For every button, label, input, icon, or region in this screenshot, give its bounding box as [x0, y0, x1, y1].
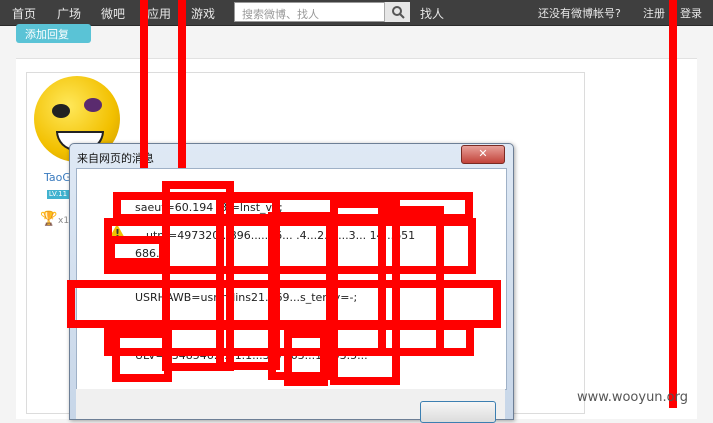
trophy-count: x1 — [58, 216, 70, 226]
nav-weiba[interactable]: 微吧 — [101, 5, 125, 22]
add-reply-button[interactable]: 添加回复 — [16, 24, 91, 43]
close-icon: ✕ — [478, 147, 488, 160]
search-icon — [392, 6, 405, 19]
avatar-eye-left — [52, 104, 70, 118]
avatar-eye-right — [84, 98, 102, 112]
user-name-link[interactable]: TaoG — [44, 171, 71, 184]
redaction-mark — [284, 330, 328, 386]
redaction-mark — [178, 0, 186, 168]
nav-home[interactable]: 首页 — [12, 5, 36, 22]
search-button[interactable] — [384, 2, 410, 22]
redaction-mark — [112, 330, 172, 382]
nav-games[interactable]: 游戏 — [191, 5, 215, 22]
level-badge: LV.11 — [47, 190, 69, 199]
find-people-link[interactable]: 找人 — [420, 5, 444, 22]
add-reply-label: 添加回复 — [25, 28, 69, 41]
nav-square[interactable]: 广场 — [57, 5, 81, 22]
watermark: www.wooyun.org — [577, 390, 689, 405]
redaction-mark — [378, 206, 444, 356]
nav-apps[interactable]: 应用 — [147, 5, 171, 22]
trophy-icon: 🏆 — [40, 211, 58, 227]
dialog-ok-button[interactable] — [420, 401, 496, 423]
top-nav: 首页 广场 微吧 应用 游戏 搜索微博、找人 找人 还没有微博帐号? 注册 登录 — [0, 0, 713, 26]
no-account-link[interactable]: 还没有微博帐号? — [538, 5, 621, 21]
redaction-mark — [107, 236, 167, 266]
login-link[interactable]: 登录 — [680, 5, 702, 21]
search-placeholder: 搜索微博、找人 — [242, 8, 319, 21]
redaction-mark — [669, 0, 677, 408]
redaction-mark — [140, 0, 148, 168]
register-link[interactable]: 注册 — [643, 5, 665, 21]
dialog-close-button[interactable]: ✕ — [461, 145, 505, 164]
